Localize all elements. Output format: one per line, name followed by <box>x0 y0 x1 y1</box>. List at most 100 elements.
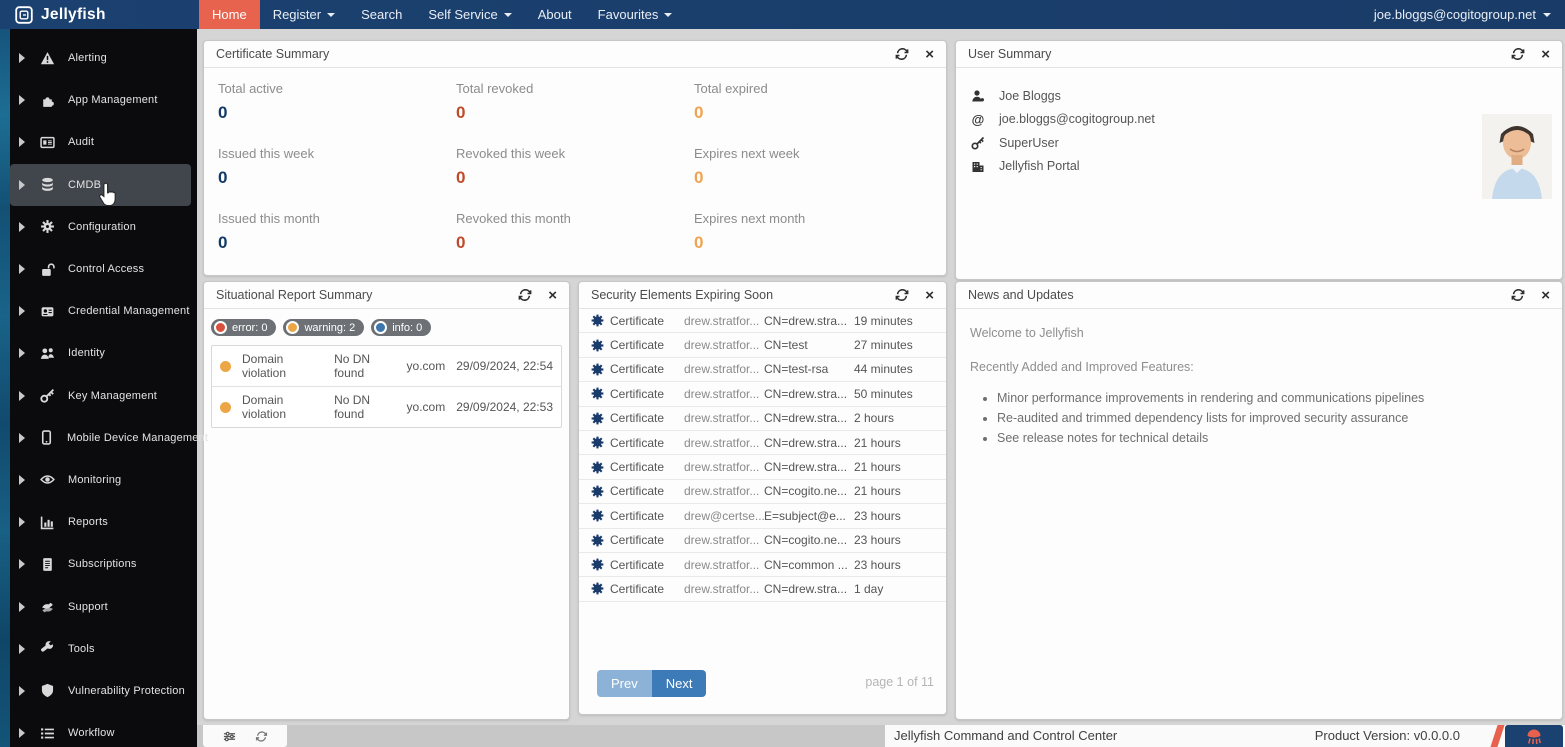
certificate-stats-grid: Total active0 Total revoked0 Total expir… <box>204 68 946 266</box>
certificate-seal-icon <box>591 436 604 449</box>
expand-caret-icon <box>19 559 25 569</box>
brand[interactable]: Jellyfish <box>15 6 185 24</box>
sidebar-item-label: Mobile Device Management <box>67 432 208 444</box>
document-icon <box>39 556 55 572</box>
nav-item-favourites[interactable]: Favourites <box>585 0 686 29</box>
violation-timestamp: 29/09/2024, 22:53 <box>456 400 553 414</box>
sidebar-item-label: Subscriptions <box>68 558 137 570</box>
sidebar-item-monitoring[interactable]: Monitoring <box>10 459 191 501</box>
refresh-icon[interactable] <box>1511 288 1525 302</box>
sidebar-item-support[interactable]: Support <box>10 585 191 627</box>
expand-caret-icon <box>19 95 25 105</box>
sidebar-item-label: Vulnerability Protection <box>68 685 185 697</box>
refresh-icon[interactable] <box>255 730 268 743</box>
error-badge[interactable]: error: 0 <box>211 319 276 336</box>
sidebar-item-credential-management[interactable]: Credential Management <box>10 290 191 332</box>
sidebar-item-reports[interactable]: Reports <box>10 501 191 543</box>
certificate-seal-icon <box>591 558 604 571</box>
certificate-seal-icon <box>591 387 604 400</box>
user-portal-row: Jellyfish Portal <box>970 155 1548 179</box>
violation-detail: No DN found <box>334 393 395 421</box>
footer-tools <box>203 725 287 747</box>
expand-caret-icon <box>19 348 25 358</box>
nav-menu: Home Register Search Self Service About … <box>199 0 685 29</box>
table-row[interactable]: Certificatedrew.stratfor...CN=test-rsa44… <box>579 358 946 382</box>
nav-item-self-service[interactable]: Self Service <box>415 0 524 29</box>
expand-caret-icon <box>19 686 25 696</box>
close-icon[interactable]: × <box>925 47 934 62</box>
refresh-icon[interactable] <box>1511 47 1525 61</box>
table-row[interactable]: Certificatedrew@certse...E=subject@e...2… <box>579 504 946 528</box>
sidebar-item-subscriptions[interactable]: Subscriptions <box>10 543 191 585</box>
stat-issued-month: Issued this month0 <box>218 211 456 253</box>
page-indicator: page 1 of 11 <box>865 675 934 689</box>
certificate-seal-icon <box>591 363 604 376</box>
sidebar-item-key-management[interactable]: Key Management <box>10 375 191 417</box>
sidebar-item-label: App Management <box>68 94 158 106</box>
sidebar-item-cmdb[interactable]: CMDB <box>10 164 191 206</box>
nav-item-about[interactable]: About <box>525 0 585 29</box>
certificate-seal-icon <box>591 485 604 498</box>
stat-expires-week: Expires next week0 <box>694 146 932 188</box>
sidebar-item-mobile-device-management[interactable]: Mobile Device Management <box>10 417 191 459</box>
mobile-phone-icon <box>39 430 54 446</box>
users-icon <box>39 345 55 361</box>
stat-issued-week: Issued this week0 <box>218 146 456 188</box>
nav-item-home[interactable]: Home <box>199 0 260 29</box>
sidebar-item-identity[interactable]: Identity <box>10 332 191 374</box>
table-row[interactable]: Certificatedrew.stratfor...CN=drew.stra.… <box>579 382 946 406</box>
refresh-icon[interactable] <box>895 288 909 302</box>
sidebar-item-app-management[interactable]: App Management <box>10 79 191 121</box>
table-row[interactable]: Certificatedrew.stratfor...CN=common ...… <box>579 553 946 577</box>
close-icon[interactable]: × <box>1541 288 1550 303</box>
sidebar-item-alerting[interactable]: Alerting <box>10 37 191 79</box>
sidebar-item-tools[interactable]: Tools <box>10 628 191 670</box>
sidebar-item-label: CMDB <box>68 179 101 191</box>
sidebar-item-configuration[interactable]: Configuration <box>10 206 191 248</box>
table-row[interactable]: Certificatedrew.stratfor...CN=test27 min… <box>579 333 946 357</box>
close-icon[interactable]: × <box>925 288 934 303</box>
certificate-seal-icon <box>591 534 604 547</box>
sidebar-item-workflow[interactable]: Workflow <box>10 712 191 747</box>
expand-caret-icon <box>19 728 25 738</box>
avatar <box>1482 114 1552 199</box>
product-version: Product Version: v0.0.0.0 <box>1315 728 1460 743</box>
user-menu[interactable]: joe.bloggs@cogitogroup.net <box>1374 0 1551 29</box>
sidebar-item-control-access[interactable]: Control Access <box>10 248 191 290</box>
certificate-seal-icon <box>591 509 604 522</box>
panel-title: Certificate Summary <box>216 47 895 61</box>
list-item[interactable]: Domain violation No DN found yo.com 29/0… <box>212 386 561 427</box>
sidebar-item-label: Credential Management <box>68 305 190 317</box>
table-row[interactable]: Certificatedrew.stratfor...CN=drew.stra.… <box>579 309 946 333</box>
table-row[interactable]: Certificatedrew.stratfor...CN=drew.stra.… <box>579 577 946 601</box>
sidebar-item-audit[interactable]: Audit <box>10 121 191 163</box>
stat-total-expired: Total expired0 <box>694 81 932 123</box>
sidebar-item-label: Workflow <box>68 727 115 739</box>
refresh-icon[interactable] <box>518 288 532 302</box>
violation-timestamp: 29/09/2024, 22:54 <box>456 359 553 373</box>
prev-button[interactable]: Prev <box>597 670 652 697</box>
nav-item-search[interactable]: Search <box>348 0 415 29</box>
table-row[interactable]: Certificatedrew.stratfor...CN=drew.stra.… <box>579 431 946 455</box>
expand-caret-icon <box>19 53 25 63</box>
situational-report-panel: Situational Report Summary × error: 0 wa… <box>203 281 570 720</box>
warning-badge[interactable]: warning: 2 <box>283 319 364 336</box>
table-row[interactable]: Certificatedrew.stratfor...CN=cogito.ne.… <box>579 480 946 504</box>
sliders-icon[interactable] <box>223 730 236 743</box>
next-button[interactable]: Next <box>652 670 707 697</box>
table-row[interactable]: Certificatedrew.stratfor...CN=drew.stra.… <box>579 407 946 431</box>
close-icon[interactable]: × <box>548 288 557 303</box>
expand-caret-icon <box>19 137 25 147</box>
info-badge[interactable]: info: 0 <box>371 319 431 336</box>
refresh-icon[interactable] <box>895 47 909 61</box>
nav-item-register[interactable]: Register <box>260 0 348 29</box>
chevron-down-icon <box>327 13 335 17</box>
database-icon <box>39 177 55 193</box>
panel-title: Security Elements Expiring Soon <box>591 288 895 302</box>
sidebar-item-vulnerability-protection[interactable]: Vulnerability Protection <box>10 670 191 712</box>
panel-title: Situational Report Summary <box>216 288 518 302</box>
close-icon[interactable]: × <box>1541 47 1550 62</box>
list-item[interactable]: Domain violation No DN found yo.com 29/0… <box>212 346 561 386</box>
table-row[interactable]: Certificatedrew.stratfor...CN=cogito.ne.… <box>579 529 946 553</box>
table-row[interactable]: Certificatedrew.stratfor...CN=drew.stra.… <box>579 455 946 479</box>
